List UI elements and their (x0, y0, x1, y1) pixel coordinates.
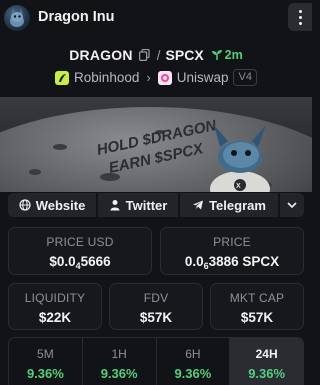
tab-change-value: 9.36% (174, 366, 212, 381)
fdv-value: $57K (139, 310, 173, 325)
telegram-label: Telegram (209, 197, 266, 213)
liquidity-box: LIQUIDITY $22K (8, 283, 102, 330)
pair-quote-symbol: SPCX (165, 47, 204, 63)
pair-age-value: 2m (224, 48, 243, 62)
robinhood-icon (55, 70, 70, 85)
tab-label: 5M (37, 347, 54, 361)
price-native-label: PRICE (213, 235, 251, 249)
telegram-button[interactable]: Telegram (180, 193, 278, 217)
user-icon (110, 200, 120, 211)
tab-label: 6H (185, 347, 201, 361)
more-menu-button[interactable] (288, 3, 312, 31)
twitter-button[interactable]: Twitter (98, 193, 178, 217)
tab-change-value: 9.36% (26, 366, 64, 381)
price-usd-value: $0.045666 (49, 254, 111, 271)
chain-network[interactable]: Robinhood (74, 70, 139, 85)
price-usd-box: PRICE USD $0.045666 (8, 227, 152, 275)
fdv-box: FDV $57K (109, 283, 203, 330)
tab-change-value: 9.36% (100, 366, 138, 381)
token-avatar (4, 5, 30, 31)
dragon-avatar-icon (10, 8, 24, 27)
top-bar: Dragon Inu (0, 0, 312, 36)
more-links-button[interactable] (280, 193, 304, 217)
price-native-box: PRICE 0.063886 SPCX (160, 227, 304, 275)
dex-version-badge: V4 (233, 69, 257, 86)
paper-plane-icon (193, 200, 204, 210)
liquidity-value: $22K (38, 310, 72, 325)
dot-icon (298, 15, 302, 19)
tab-5m[interactable]: 5M 9.36% (9, 338, 82, 385)
tab-label: 1H (111, 347, 127, 361)
pair-line: DRAGON / SPCX 2m (0, 47, 312, 63)
token-name: Dragon Inu (38, 9, 115, 25)
tab-24h[interactable]: 24H 9.36% (229, 338, 303, 385)
tab-change-value: 9.36% (248, 366, 286, 381)
chain-line: Robinhood › Uniswap V4 (0, 69, 312, 86)
website-label: Website (35, 197, 86, 213)
pair-separator: / (156, 47, 161, 63)
twitter-label: Twitter (125, 197, 168, 213)
liquidity-label: LIQUIDITY (24, 291, 86, 305)
tab-label: 24H (255, 347, 278, 361)
dot-icon (298, 21, 302, 25)
token-banner: HOLD $DRAGON EARN $SPCX X (0, 97, 312, 192)
mkt-cap-box: MKT CAP $57K (210, 283, 304, 330)
price-usd-label: PRICE USD (46, 235, 114, 249)
price-native-value: 0.063886 SPCX (184, 254, 280, 271)
mkt-cap-label: MKT CAP (229, 291, 285, 305)
chevron-right-icon: › (146, 70, 151, 85)
pair-age: 2m (211, 48, 243, 62)
chain-dex[interactable]: Uniswap (177, 70, 229, 85)
sprout-icon (211, 50, 222, 60)
tab-6h[interactable]: 6H 9.36% (155, 338, 230, 385)
dot-icon (298, 9, 302, 13)
pair-base-symbol: DRAGON (69, 47, 133, 63)
social-links: Website Twitter Telegram (8, 193, 304, 217)
chevron-down-icon (287, 202, 297, 209)
fdv-label: FDV (143, 291, 169, 305)
price-change-tabs: 5M 9.36% 1H 9.36% 6H 9.36% 24H 9.36% (8, 337, 304, 385)
mkt-cap-value: $57K (240, 310, 274, 325)
tab-1h[interactable]: 1H 9.36% (81, 338, 156, 385)
copy-icon[interactable] (138, 49, 150, 61)
website-button[interactable]: Website (8, 193, 96, 217)
banner-image: HOLD $DRAGON EARN $SPCX X (0, 97, 312, 192)
globe-icon (19, 199, 31, 211)
uniswap-icon (157, 70, 172, 85)
svg-text:X: X (236, 183, 241, 190)
